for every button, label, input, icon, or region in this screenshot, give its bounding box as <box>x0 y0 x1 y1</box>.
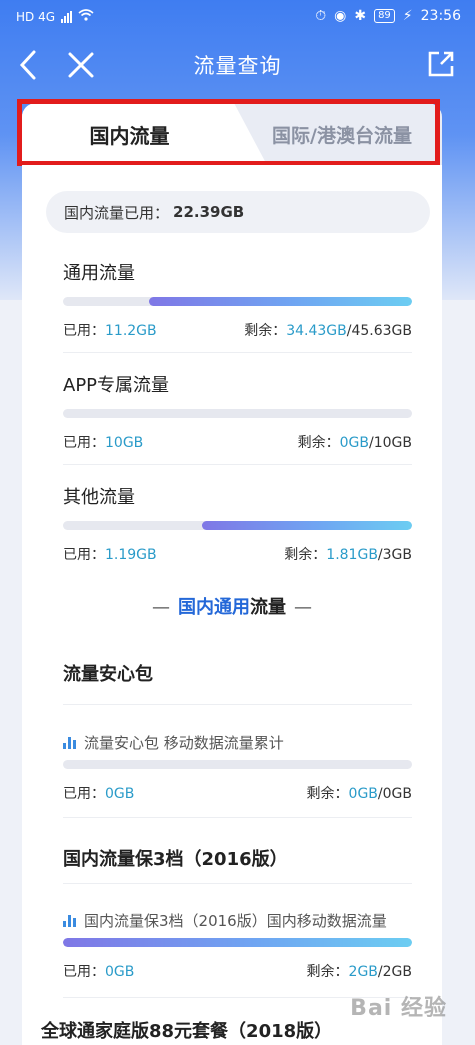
usage-other: 其他流量 已用：1.19GB 剩余：1.81GB/3GB <box>63 483 412 564</box>
network-indicator: HD 4G <box>16 9 56 24</box>
clock: 23:56 <box>420 8 461 24</box>
bar-chart-icon <box>63 736 76 749</box>
share-icon <box>428 51 454 77</box>
remain-info: 剩余：1.81GB/3GB <box>284 547 412 563</box>
signal-icon <box>61 10 73 23</box>
progress-fill <box>63 938 412 947</box>
used-info: 已用：1.19GB <box>63 547 157 563</box>
next-pack-title: 全球通家庭版88元套餐（2018版） <box>41 1021 333 1042</box>
usage-general: 通用流量 已用：11.2GB 剩余：34.43GB/45.63GB <box>63 259 412 340</box>
charging-icon: ⚡ <box>402 8 413 24</box>
eye-icon: ◉ <box>334 8 347 24</box>
nav-bar: 流量查询 <box>0 34 475 96</box>
tab-international[interactable]: 国际/港澳台流量 <box>242 103 442 165</box>
tab-bar: 国内流量 国际/港澳台流量 <box>22 103 442 165</box>
watermark: Bai 经验 <box>350 996 447 1021</box>
pack-usage: 已用：0GB 剩余：0GB/0GB <box>63 748 412 803</box>
progress-bar <box>63 409 412 418</box>
used-info: 已用：10GB <box>63 435 144 451</box>
progress-bar <box>63 938 412 947</box>
status-bar: HD 4G ⏱ ◉ ✱ 89 ⚡ 23:56 <box>0 0 475 34</box>
used-info: 已用：0GB <box>63 964 135 980</box>
usage-title: 其他流量 <box>63 487 135 508</box>
total-used-summary: 国内流量已用： 22.39GB <box>46 191 430 233</box>
used-info: 已用：0GB <box>63 786 135 802</box>
divider <box>63 464 412 465</box>
used-info: 已用：11.2GB <box>63 323 157 339</box>
progress-bar <box>63 521 412 530</box>
summary-label: 国内流量已用： <box>64 203 170 222</box>
bar-chart-icon <box>63 914 76 927</box>
usage-card: 国内流量已用： 22.39GB 通用流量 已用：11.2GB 剩余：34.43G… <box>22 165 442 1045</box>
section-heading: — 国内通用流量 — <box>152 597 312 618</box>
bluetooth-icon: ✱ <box>354 8 367 24</box>
usage-title: APP专属流量 <box>63 375 170 396</box>
progress-fill <box>201 521 412 530</box>
wifi-icon <box>78 9 94 24</box>
divider <box>63 352 412 353</box>
tab-domestic[interactable]: 国内流量 <box>22 103 267 165</box>
progress-bar <box>63 297 412 306</box>
divider <box>63 883 412 884</box>
progress-bar <box>63 760 412 769</box>
usage-title: 通用流量 <box>63 263 135 284</box>
battery-indicator: 89 <box>374 9 395 23</box>
remain-info: 剩余：0GB/10GB <box>297 435 412 451</box>
divider <box>63 817 412 818</box>
remain-info: 剩余：2GB/2GB <box>306 964 412 980</box>
remain-info: 剩余：0GB/0GB <box>306 786 412 802</box>
share-button[interactable] <box>427 50 455 78</box>
pack-title: 国内流量保3档（2016版） <box>63 849 288 870</box>
summary-value: 22.39GB <box>173 203 245 221</box>
divider <box>63 704 412 705</box>
progress-fill <box>148 297 412 306</box>
pack-usage: 已用：0GB 剩余：2GB/2GB <box>63 926 412 981</box>
pack-title: 流量安心包 <box>63 664 153 685</box>
remain-info: 剩余：34.43GB/45.63GB <box>244 323 412 339</box>
alarm-icon: ⏱ <box>315 8 327 24</box>
usage-app: APP专属流量 已用：10GB 剩余：0GB/10GB <box>63 371 412 452</box>
page-title: 流量查询 <box>193 54 282 78</box>
